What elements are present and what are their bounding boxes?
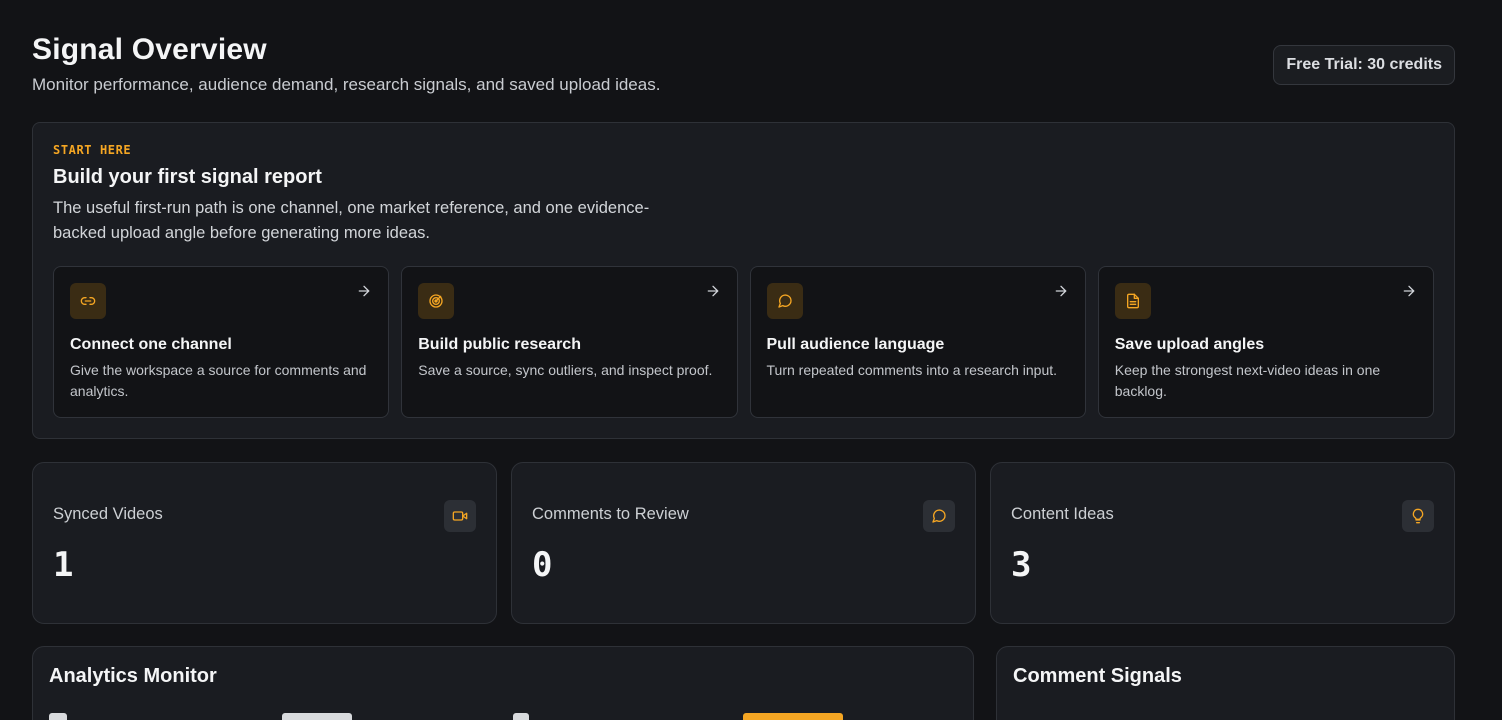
stat-label: Comments to Review — [532, 505, 689, 523]
message-icon — [766, 283, 803, 319]
stat-label: Synced Videos — [53, 505, 163, 523]
radar-icon — [418, 283, 455, 319]
stat-card-synced-videos: Synced Videos 1 — [32, 462, 497, 624]
stat-value: 1 — [53, 545, 74, 585]
arrow-right-icon — [1403, 285, 1415, 297]
stat-card-content-ideas: Content Ideas 3 — [990, 462, 1455, 624]
metric-value-cropped — [513, 713, 529, 720]
metric-value-cropped — [282, 713, 352, 720]
step-description: Give the workspace a source for comments… — [70, 362, 367, 399]
metric-value-cropped — [49, 713, 67, 720]
step-public-research[interactable]: Build public research Save a source, syn… — [401, 266, 738, 418]
step-description: Save a source, sync outliers, and inspec… — [418, 362, 713, 378]
step-description: Turn repeated comments into a research i… — [766, 362, 1058, 378]
arrow-right-icon — [1055, 285, 1067, 297]
start-here-panel: START HERE Build your first signal repor… — [32, 122, 1455, 439]
step-audience-language[interactable]: Pull audience language Turn repeated com… — [749, 266, 1086, 418]
step-description: Keep the strongest next-video ideas in o… — [1114, 362, 1381, 399]
page-subtitle: Monitor performance, audience demand, re… — [32, 75, 661, 94]
page-title: Signal Overview — [32, 33, 267, 66]
video-icon — [444, 500, 476, 532]
step-connect-channel[interactable]: Connect one channel Give the workspace a… — [53, 266, 390, 418]
stats-row: Synced Videos 1 Comments to Review 0 Con… — [32, 462, 1455, 624]
start-here-eyebrow: START HERE — [53, 143, 132, 157]
start-here-title: Build your first signal report — [53, 166, 322, 188]
start-here-description: The useful first-run path is one channel… — [53, 199, 650, 242]
step-title: Connect one channel — [70, 336, 232, 353]
analytics-metrics-row — [49, 713, 959, 720]
step-title: Build public research — [418, 336, 581, 353]
free-trial-badge[interactable]: Free Trial: 30 credits — [1273, 45, 1455, 85]
arrow-right-icon — [358, 285, 370, 297]
comment-signals-title: Comment Signals — [1013, 665, 1182, 687]
step-title: Save upload angles — [1114, 336, 1265, 353]
message-icon — [923, 500, 955, 532]
step-title: Pull audience language — [766, 336, 945, 353]
arrow-right-icon — [707, 285, 718, 297]
lightbulb-icon — [1402, 500, 1434, 532]
comment-signals-panel: Comment Signals — [996, 646, 1455, 720]
analytics-monitor-panel: Analytics Monitor — [32, 646, 974, 720]
document-icon — [1114, 283, 1151, 319]
analytics-monitor-title: Analytics Monitor — [49, 665, 217, 687]
stat-label: Content Ideas — [1011, 505, 1114, 523]
link-icon — [70, 283, 106, 319]
onboarding-steps: Connect one channel Give the workspace a… — [53, 266, 1434, 418]
metric-value-cropped — [743, 713, 843, 720]
page-header: Signal Overview Monitor performance, aud… — [32, 30, 1455, 100]
step-upload-angles[interactable]: Save upload angles Keep the strongest ne… — [1097, 266, 1434, 418]
stat-card-comments-to-review: Comments to Review 0 — [511, 462, 976, 624]
stat-value: 3 — [1011, 545, 1032, 585]
stat-value: 0 — [532, 545, 553, 585]
